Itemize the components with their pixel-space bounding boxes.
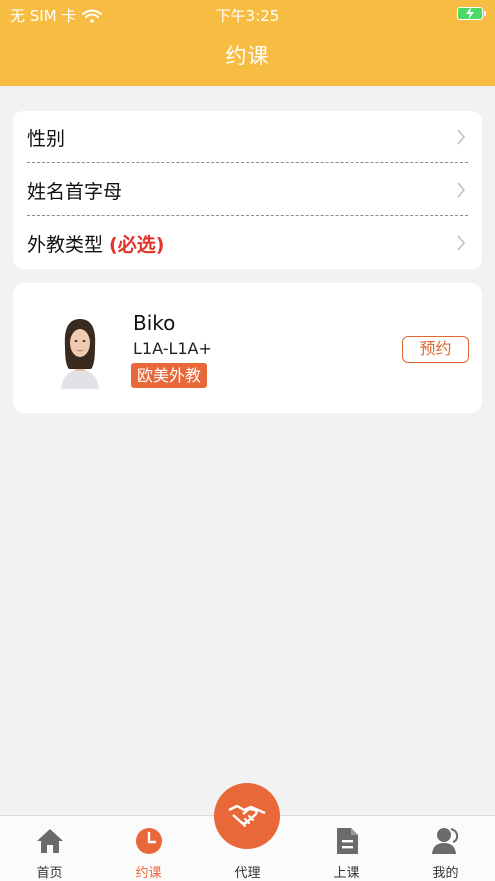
required-note: (必选) [109,233,165,256]
tab-booking-label: 约课 [135,866,162,881]
charging-bolt-icon [466,7,474,20]
chevron-right-icon [457,129,466,145]
home-icon [37,829,63,853]
filter-initial-label: 姓名首字母 [27,180,123,203]
status-time: 下午3:25 [215,7,280,25]
book-button[interactable]: 预约 [402,336,469,363]
filter-gender-row[interactable]: 性别 [13,111,482,163]
chevron-right-icon [457,182,466,198]
filter-teacher-type-row[interactable]: 外教类型 (必选) [13,217,482,269]
agent-fab-button[interactable] [214,783,280,849]
tab-agent-label: 代理 [234,866,261,881]
user-icon [432,828,459,854]
divider [27,162,468,163]
filter-teacher-type-label: 外教类型 [27,233,104,256]
teacher-level: L1A-L1A+ [133,339,212,358]
tab-home-label: 首页 [36,866,63,881]
teacher-type-badge: 欧美外教 [131,363,208,388]
teacher-avatar [51,313,109,389]
handshake-icon [228,804,266,827]
top-header: 无 SIM 卡 下午3:25 约课 [0,0,495,86]
chevron-right-icon [457,235,466,251]
battery-icon [457,7,486,20]
tab-class-label: 上课 [333,866,360,881]
divider [27,215,468,216]
tab-mine[interactable]: 我的 [396,816,495,881]
page-title: 约课 [225,44,270,68]
tab-home[interactable]: 首页 [0,816,99,881]
filter-initial-row[interactable]: 姓名首字母 [13,164,482,216]
teacher-card[interactable]: Biko L1A-L1A+ 欧美外教 预约 [13,283,482,413]
document-icon [337,828,358,854]
filter-gender-label: 性别 [27,127,66,150]
status-bar: 无 SIM 卡 下午3:25 [0,0,495,28]
tab-class[interactable]: 上课 [297,816,396,881]
tab-booking[interactable]: 约课 [99,816,198,881]
tab-mine-label: 我的 [432,866,459,881]
teacher-name: Biko [133,311,176,335]
clock-icon [136,828,162,854]
filter-card: 性别 姓名首字母 外教类型 (必选) [13,111,482,269]
